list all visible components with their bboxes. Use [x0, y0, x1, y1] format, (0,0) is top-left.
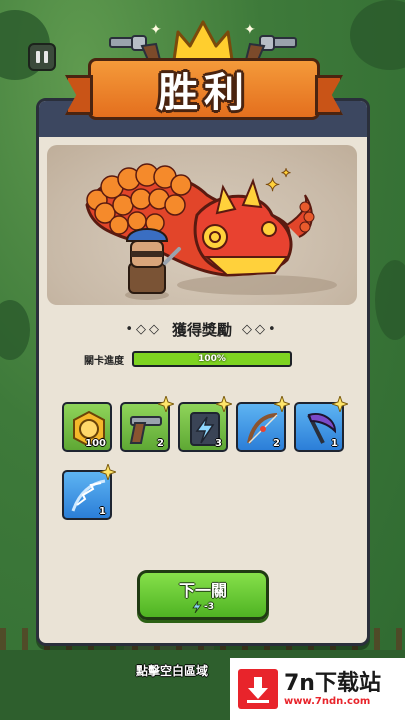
svg-text:✦: ✦: [281, 166, 291, 180]
battle-scene-image: ✦ ✦: [47, 145, 357, 305]
dragon-figure: ✦ ✦: [85, 163, 337, 295]
pause-icon: [44, 51, 48, 63]
reward-slot-bow[interactable]: 2: [236, 396, 290, 452]
item-count: 2: [273, 438, 280, 449]
reward-slot-scythe[interactable]: 1: [294, 396, 348, 452]
sparkle-icon: [332, 396, 348, 412]
energy-cost-value: -3: [204, 602, 214, 612]
progress-percent: 100%: [198, 354, 226, 364]
sparkle-icon: [100, 464, 116, 480]
watermark: 7n下载站 www.7ndn.com: [230, 658, 405, 720]
reward-slot-lightning-bow[interactable]: 1: [62, 464, 116, 520]
progress-bar: 100%: [132, 351, 292, 367]
energy-icon: [192, 601, 202, 613]
item-count: 1: [331, 438, 338, 449]
sparkle-icon: [274, 396, 290, 412]
progress-label: 關卡進度: [84, 355, 124, 367]
victory-banner: 胜利: [65, 58, 343, 120]
decoration-left: •◇◇: [125, 321, 162, 337]
rewards-title: 獲得獎勵: [171, 320, 232, 339]
decoration-right: ◇◇•: [242, 321, 279, 337]
sparkle-icon: ✦: [244, 22, 256, 38]
energy-cost: -3: [192, 601, 214, 613]
sparkle-icon: [158, 396, 174, 412]
item-count: 1: [99, 506, 106, 517]
next-level-button[interactable]: 下一關 -3: [137, 570, 269, 620]
reward-slot-revolver[interactable]: 2: [120, 396, 174, 452]
download-logo-icon: [238, 669, 278, 709]
level-progress: 關卡進度 100%: [84, 349, 300, 369]
item-count: 3: [215, 438, 222, 449]
victory-title: 胜利: [158, 70, 250, 116]
item-count: 100: [85, 438, 106, 449]
reward-slot-energy-card[interactable]: 3: [178, 396, 232, 452]
reward-slot-coin[interactable]: 100: [62, 402, 112, 452]
tap-hint: 點擊空白區域: [136, 664, 209, 678]
item-count: 2: [157, 438, 164, 449]
rewards-header: •◇◇ 獲得獎勵 ◇◇•: [92, 318, 312, 340]
pause-button[interactable]: [28, 43, 56, 71]
watermark-title: 7n下载站: [284, 670, 381, 696]
svg-text:✦: ✦: [265, 175, 280, 196]
sparkle-icon: ✦: [150, 22, 162, 38]
next-level-label: 下一關: [178, 581, 227, 600]
sparkle-icon: [216, 396, 232, 412]
pause-icon: [36, 51, 40, 63]
watermark-url: www.7ndn.com: [284, 695, 371, 707]
